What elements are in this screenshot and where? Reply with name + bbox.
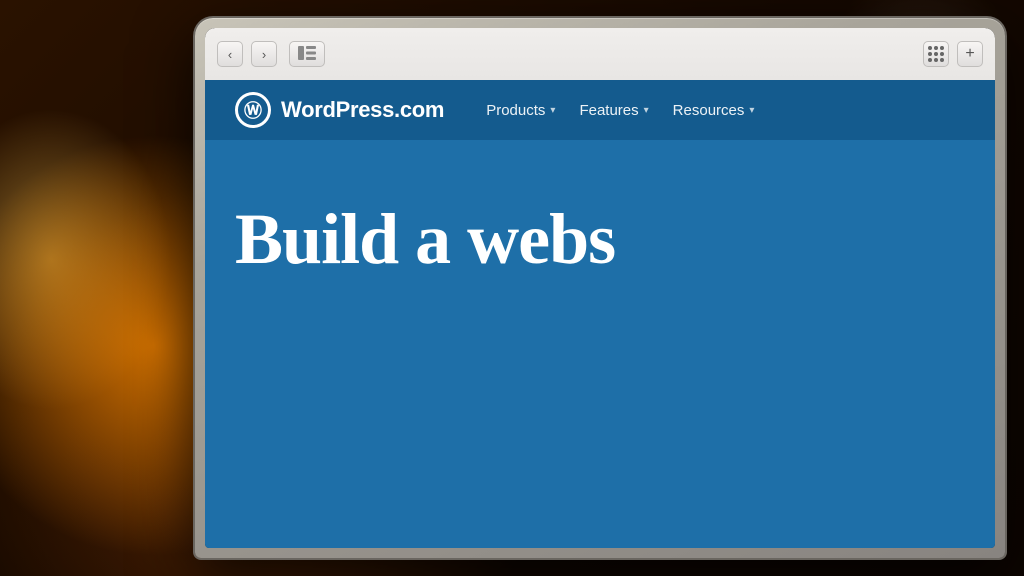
resources-chevron-icon: ▾ — [749, 105, 754, 116]
back-button[interactable]: ‹ — [217, 41, 243, 67]
wordpress-navbar: Ⓦ WordPress.com Products ▾ Features ▾ Re… — [205, 80, 995, 140]
wp-symbol: Ⓦ — [244, 97, 262, 123]
website-viewport: Ⓦ WordPress.com Products ▾ Features ▾ Re… — [205, 80, 995, 548]
grid-view-button[interactable] — [923, 41, 949, 67]
hero-section: Build a webs — [205, 140, 995, 309]
browser-chrome: ‹ › — [205, 28, 995, 80]
hero-title: Build a webs — [235, 200, 965, 279]
nav-item-resources[interactable]: Resources ▾ — [673, 102, 755, 119]
wordpress-nav: Products ▾ Features ▾ Resources ▾ — [486, 102, 754, 119]
nav-item-features[interactable]: Features ▾ — [579, 102, 648, 119]
resources-label: Resources — [673, 102, 745, 119]
products-label: Products — [486, 102, 545, 119]
sidebar-icon — [298, 46, 316, 63]
laptop-bezel: ‹ › — [205, 28, 995, 548]
plus-icon: + — [965, 45, 974, 63]
back-icon: ‹ — [228, 47, 232, 62]
products-chevron-icon: ▾ — [550, 105, 555, 116]
grid-icon — [928, 46, 944, 62]
wordpress-logo-text: WordPress.com — [281, 97, 444, 123]
features-chevron-icon: ▾ — [644, 105, 649, 116]
forward-icon: › — [262, 47, 266, 62]
features-label: Features — [579, 102, 638, 119]
laptop-body: ‹ › — [195, 18, 1005, 558]
new-tab-button[interactable]: + — [957, 41, 983, 67]
nav-item-products[interactable]: Products ▾ — [486, 102, 555, 119]
wordpress-logo[interactable]: Ⓦ WordPress.com — [235, 92, 444, 128]
sidebar-toggle-button[interactable] — [289, 41, 325, 67]
forward-button[interactable]: › — [251, 41, 277, 67]
wordpress-logo-icon: Ⓦ — [235, 92, 271, 128]
